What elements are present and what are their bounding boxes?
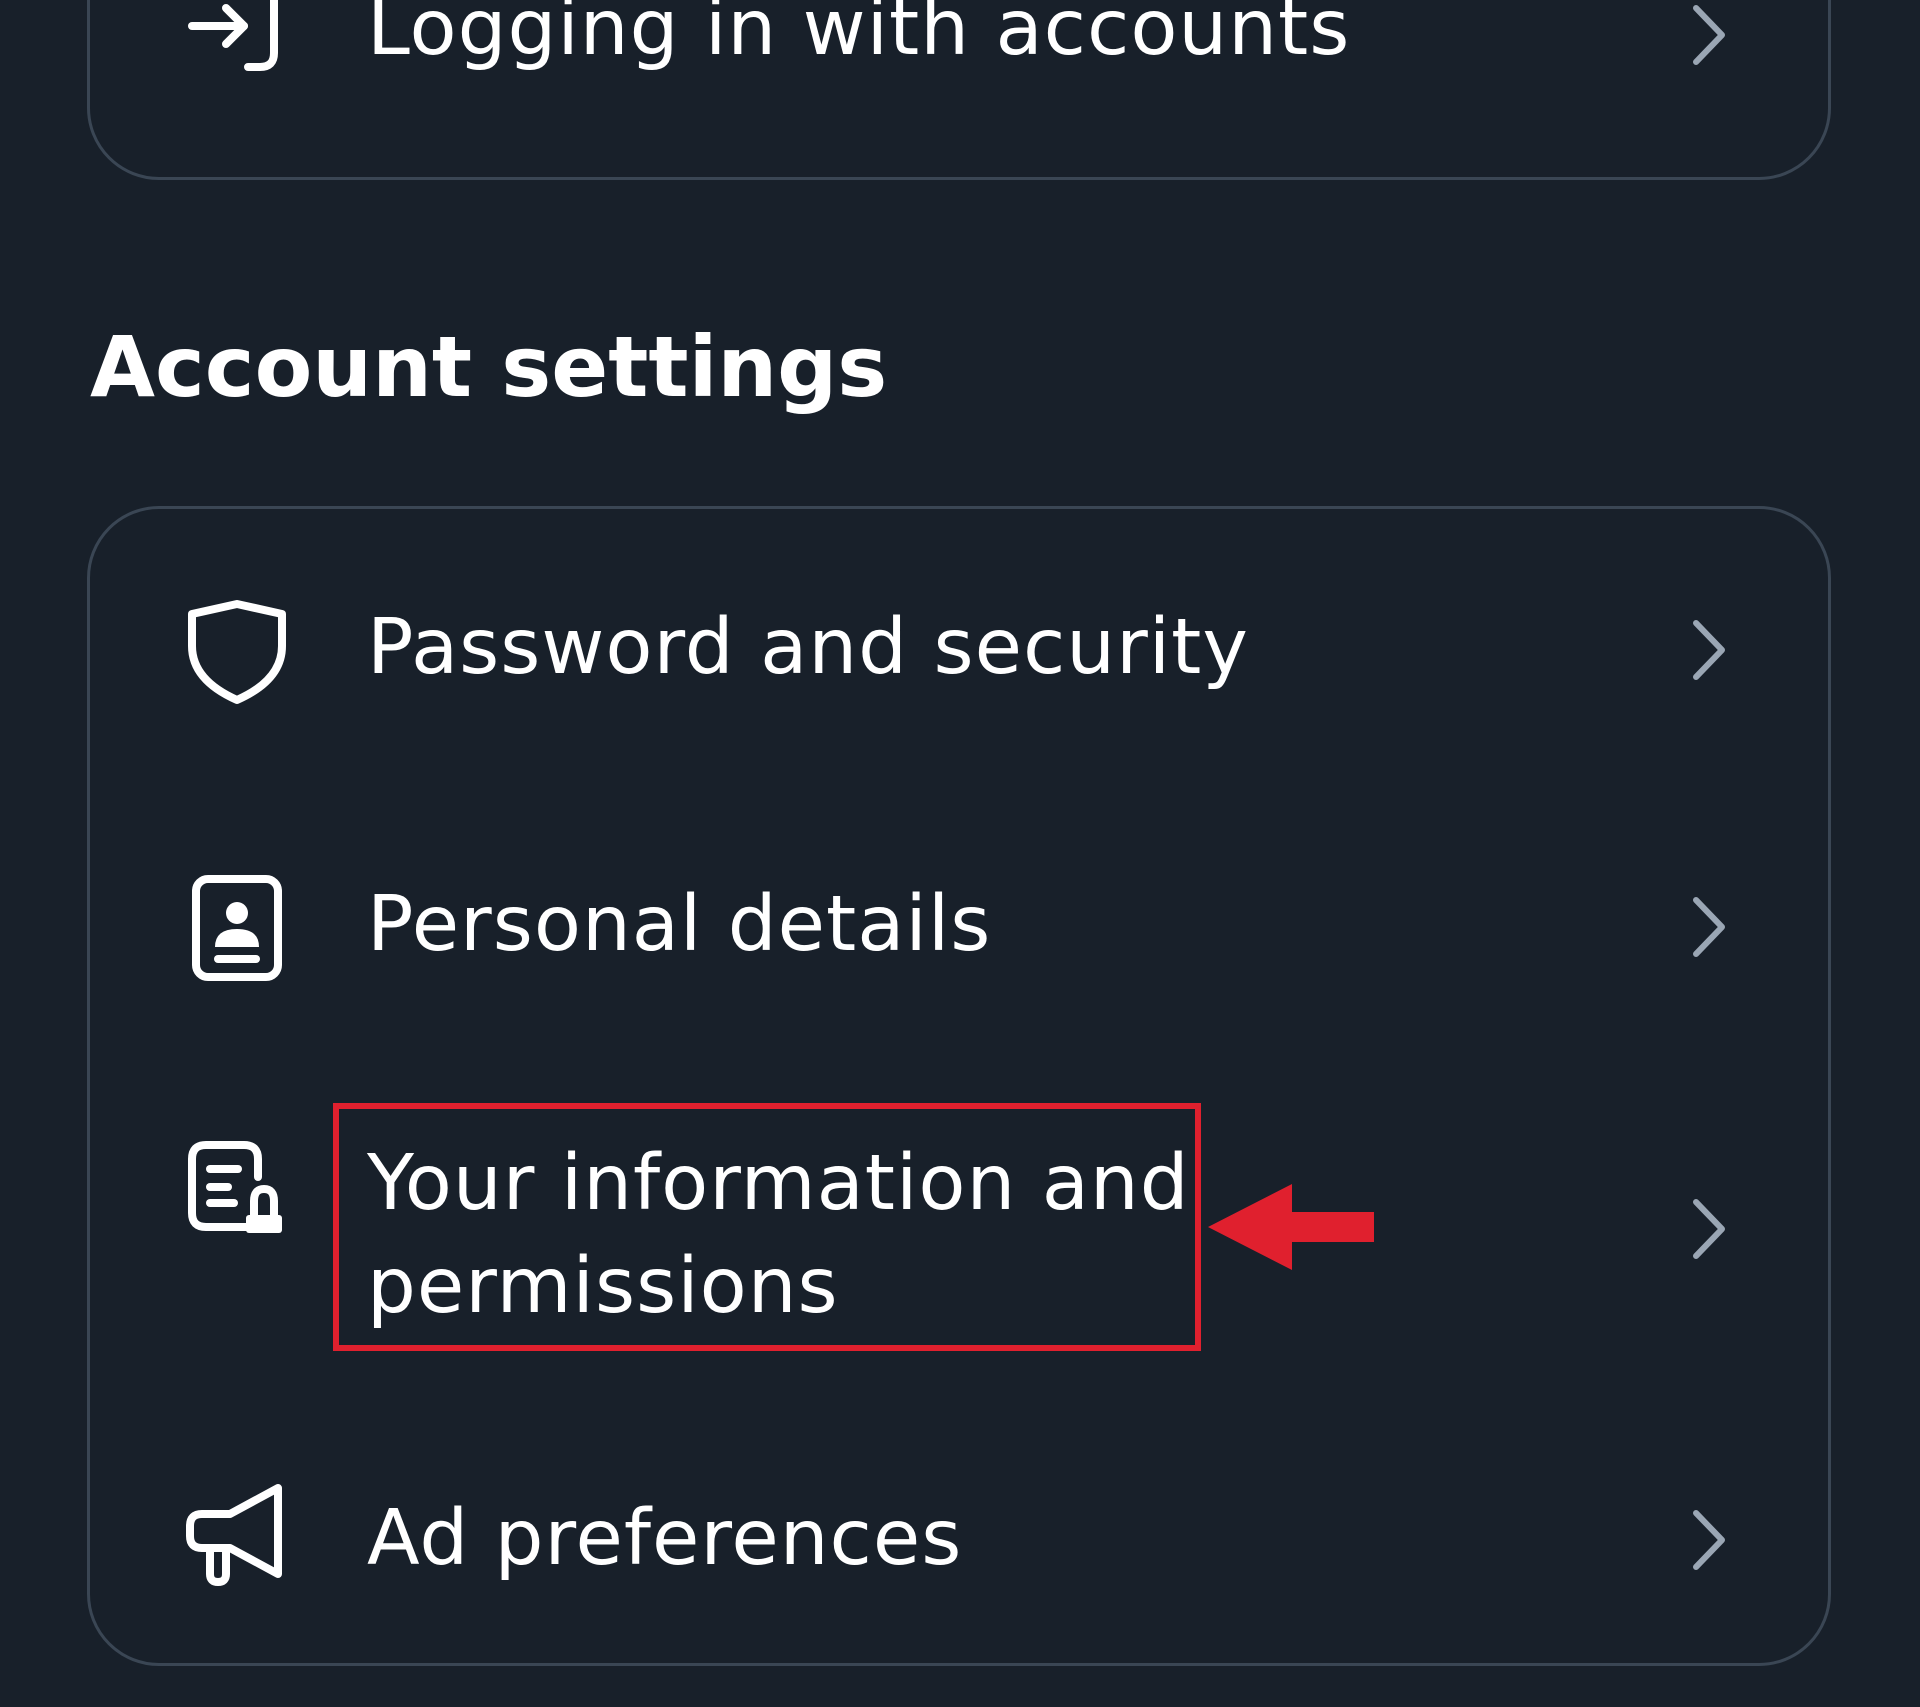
password-and-security-label: Password and security — [367, 603, 1249, 692]
highlight-box — [333, 1103, 1201, 1351]
id-card-icon — [182, 873, 292, 983]
account-settings-card: Password and security Personal details Y… — [87, 506, 1831, 1666]
login-arrow-icon — [182, 0, 292, 81]
top-card: Logging in with accounts — [87, 0, 1831, 180]
chevron-right-icon — [1682, 892, 1738, 962]
section-title-account-settings: Account settings — [90, 318, 888, 416]
megaphone-icon — [182, 1478, 292, 1588]
logging-in-with-accounts-label: Logging in with accounts — [367, 0, 1351, 73]
chevron-right-icon — [1682, 615, 1738, 685]
document-lock-icon — [182, 1137, 292, 1247]
chevron-right-icon — [1682, 1505, 1738, 1575]
shield-icon — [182, 596, 292, 706]
ad-preferences-label: Ad preferences — [367, 1494, 963, 1583]
chevron-right-icon — [1682, 1194, 1738, 1264]
chevron-right-icon — [1682, 0, 1738, 70]
red-arrow-icon — [1206, 1182, 1376, 1272]
personal-details-label: Personal details — [367, 880, 992, 969]
